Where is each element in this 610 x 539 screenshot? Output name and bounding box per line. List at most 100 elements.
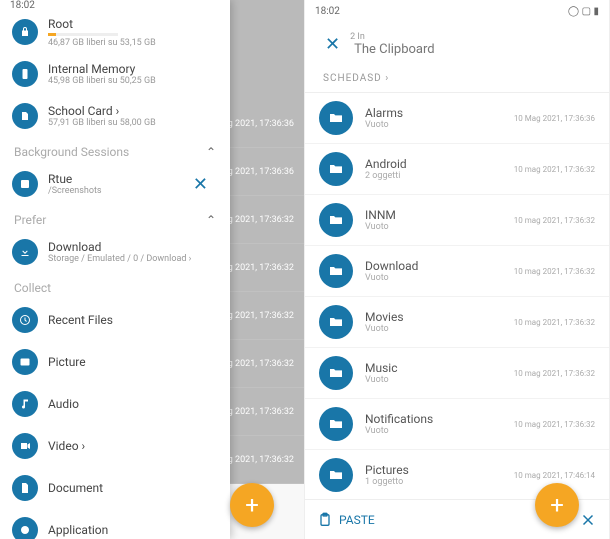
item-date: 10 Mag 2021, 17:36:36	[514, 114, 595, 123]
item-title: Alarms	[365, 106, 514, 120]
pref-download[interactable]: Download Storage / Emulated / 0 / Downlo…	[0, 231, 230, 273]
collect-label: Recent Files	[48, 313, 113, 327]
clipboard-header: ✕ 2 In The Clipboard	[305, 22, 609, 67]
video-icon	[12, 433, 38, 459]
collect-label: Picture	[48, 355, 86, 369]
item-date: 10 mag 2021, 17:36:32	[514, 318, 595, 327]
item-title: Movies	[365, 310, 514, 324]
storage-title: Root	[48, 17, 218, 31]
chevron-up-icon: ⌃	[206, 213, 216, 227]
screenshot-icon	[12, 171, 38, 197]
section-collect[interactable]: Collect	[0, 273, 230, 299]
file-list: AlarmsVuoto10 Mag 2021, 17:36:36Android2…	[305, 93, 609, 499]
folder-icon	[319, 254, 353, 288]
folder-icon	[319, 305, 353, 339]
collect-label: Video ›	[48, 439, 85, 453]
document-icon	[12, 475, 38, 501]
item-title: Notifications	[365, 412, 514, 426]
folder-icon	[319, 203, 353, 237]
item-title: Android	[365, 157, 514, 171]
collect-application[interactable]: Application	[0, 509, 230, 539]
cancel-icon[interactable]	[579, 511, 597, 529]
storage-internal[interactable]: Internal Memory 45,98 GB liberi su 50,25…	[0, 53, 230, 95]
list-item[interactable]: NotificationsVuoto10 mag 2021, 17:36:32	[305, 399, 609, 450]
item-date: 10 mag 2021, 17:36:32	[514, 267, 595, 276]
collect-label: Document	[48, 481, 103, 495]
bg-sub: /Screenshots	[48, 186, 183, 196]
paste-button[interactable]: PASTE	[317, 512, 375, 528]
header-title: The Clipboard	[354, 42, 435, 57]
close-icon[interactable]: ✕	[315, 34, 350, 55]
item-title: Pictures	[365, 463, 514, 477]
list-item[interactable]: INNMVuoto10 mag 2021, 17:36:32	[305, 195, 609, 246]
bg-session-item[interactable]: Rtue /Screenshots ✕	[0, 163, 230, 205]
sdcard-icon	[12, 103, 38, 129]
item-sub: 2 oggetti	[365, 171, 514, 181]
add-button[interactable]: +	[535, 483, 579, 527]
item-sub: Vuoto	[365, 120, 514, 130]
list-item[interactable]: MusicVuoto10 mag 2021, 17:36:32	[305, 348, 609, 399]
storage-sdcard[interactable]: School Card › 57,91 GB liberi su 58,00 G…	[0, 95, 230, 137]
lock-icon	[12, 19, 38, 45]
collect-label: Application	[48, 523, 108, 537]
storage-sub: 45,98 GB liberi su 50,25 GB	[48, 76, 218, 86]
add-button[interactable]: +	[230, 483, 274, 527]
item-date: 10 mag 2021, 17:36:32	[514, 216, 595, 225]
recent-icon	[12, 307, 38, 333]
close-icon[interactable]: ✕	[183, 174, 218, 195]
sidebar: 18:02 Root 46,87 GB liberi su 53,15 GB I…	[0, 0, 230, 539]
item-sub: Vuoto	[365, 222, 514, 232]
collect-label: Audio	[48, 397, 79, 411]
picture-icon	[12, 349, 38, 375]
section-prefer[interactable]: Prefer ⌃	[0, 205, 230, 231]
storage-root[interactable]: Root 46,87 GB liberi su 53,15 GB	[0, 11, 230, 53]
item-sub: Vuoto	[365, 324, 514, 334]
item-sub: Vuoto	[365, 375, 514, 385]
list-item[interactable]: Android2 oggetti10 mag 2021, 17:36:32	[305, 144, 609, 195]
item-title: Music	[365, 361, 514, 375]
item-date: 10 mag 2021, 17:36:32	[514, 165, 595, 174]
item-title: Download	[365, 259, 514, 273]
paste-label: PASTE	[339, 513, 375, 527]
folder-icon	[319, 101, 353, 135]
right-phone: 18:02 ◯ ▢ ▮ ✕ 2 In The Clipboard SCHEDAS…	[305, 0, 610, 539]
item-sub: 1 oggetto	[365, 477, 514, 487]
collect-recent[interactable]: Recent Files	[0, 299, 230, 341]
clipboard-icon	[317, 512, 333, 528]
status-time: 18:02	[315, 6, 340, 17]
status-icons: ◯ ▢ ▮	[568, 6, 599, 17]
item-sub: Vuoto	[365, 273, 514, 283]
storage-title: School Card ›	[48, 104, 218, 118]
phone-icon	[12, 61, 38, 87]
list-item[interactable]: DownloadVuoto10 mag 2021, 17:36:32	[305, 246, 609, 297]
bg-title: Rtue	[48, 172, 183, 186]
header-sub: 2 In	[350, 32, 435, 42]
collect-video[interactable]: Video ›	[0, 425, 230, 467]
pref-sub: Storage / Emulated / 0 / Download ›	[48, 254, 218, 264]
item-title: INNM	[365, 208, 514, 222]
list-item[interactable]: AlarmsVuoto10 Mag 2021, 17:36:36	[305, 93, 609, 144]
app-icon	[12, 517, 38, 539]
folder-icon	[319, 458, 353, 492]
section-background[interactable]: Background Sessions ⌃	[0, 137, 230, 163]
item-sub: Vuoto	[365, 426, 514, 436]
storage-sub: 46,87 GB liberi su 53,15 GB	[48, 38, 218, 48]
collect-document[interactable]: Document	[0, 467, 230, 509]
collect-picture[interactable]: Picture	[0, 341, 230, 383]
collect-audio[interactable]: Audio	[0, 383, 230, 425]
breadcrumb[interactable]: SCHEDASD ›	[305, 67, 609, 93]
folder-icon	[319, 152, 353, 186]
status-bar: 18:02 ◯ ▢ ▮	[305, 0, 609, 22]
item-date: 10 mag 2021, 17:46:14	[514, 471, 595, 480]
folder-icon	[319, 356, 353, 390]
chevron-up-icon: ⌃	[206, 145, 216, 159]
storage-title: Internal Memory	[48, 62, 218, 76]
item-date: 10 mag 2021, 17:36:32	[514, 420, 595, 429]
status-time: 18:02	[10, 0, 35, 11]
progress-bar	[48, 33, 118, 36]
list-item[interactable]: MoviesVuoto10 mag 2021, 17:36:32	[305, 297, 609, 348]
item-date: 10 mag 2021, 17:36:32	[514, 369, 595, 378]
storage-sub: 57,91 GB liberi su 58,00 GB	[48, 118, 218, 128]
status-bar: 18:02	[0, 0, 230, 11]
audio-icon	[12, 391, 38, 417]
